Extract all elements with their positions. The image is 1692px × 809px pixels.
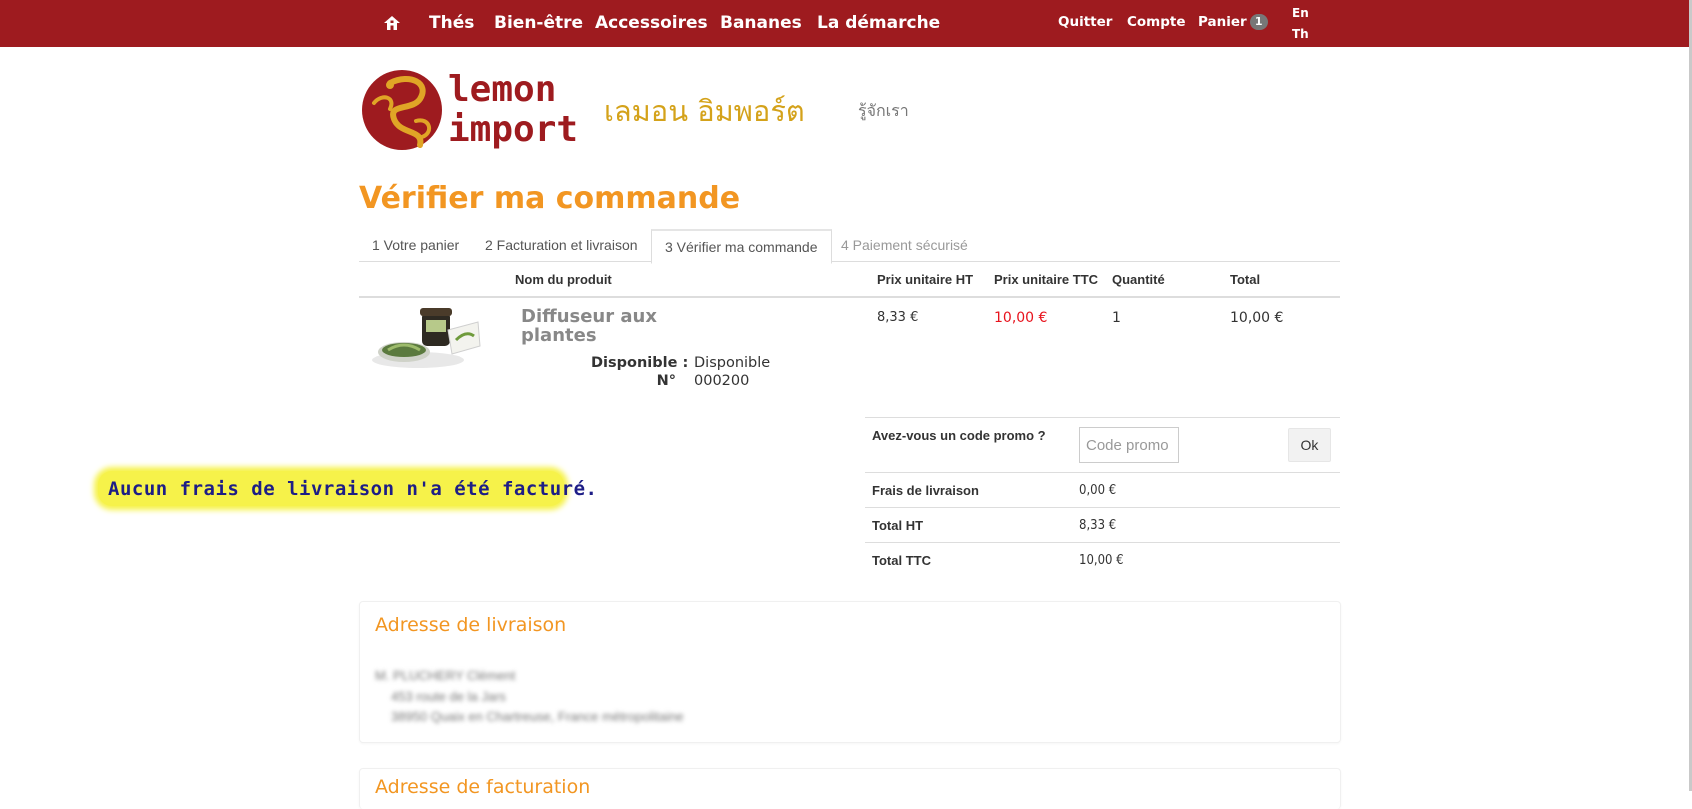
nav-link-la-demarche[interactable]: La démarche (817, 13, 940, 33)
nav-link-bananes[interactable]: Bananes (720, 13, 802, 33)
shipping-address-name: M. PLUCHERY Clément (375, 668, 516, 683)
shipping-fee-value: 0,00 € (1079, 483, 1117, 498)
logo-line1: lemon (448, 69, 556, 110)
step-secure-payment: 4 Paiement sécurisé (841, 237, 968, 253)
availability-value: Disponible (694, 355, 771, 371)
col-header-unit-ttc: Prix unitaire TTC (994, 272, 1099, 287)
product-name-line1: Diffuseur aux (521, 306, 657, 327)
annotation-text: Aucun frais de livraison n'a été facturé… (108, 478, 598, 500)
total-ttc-label: Total TTC (872, 553, 931, 568)
product-name-link[interactable]: Diffuseur aux plantes (521, 307, 657, 345)
home-icon[interactable] (382, 13, 402, 33)
col-header-total: Total (1230, 272, 1261, 287)
top-navbar: Thés Bien-être Accessoires Bananes La dé… (0, 0, 1692, 47)
logo-line2: import (448, 109, 578, 150)
quantity-value: 1 (1112, 310, 1121, 326)
availability-label: Disponible : (591, 355, 689, 371)
total-ht-value: 8,33 € (1079, 518, 1117, 533)
shipping-address-city: 38950 Quaix en Chartreuse, France métrop… (391, 709, 684, 724)
promo-code-input[interactable] (1079, 427, 1179, 463)
lemon-import-logo[interactable]: lemon import (360, 63, 592, 157)
nav-link-accessoires[interactable]: Accessoires (595, 13, 708, 33)
unit-price-ht: 8,33 € (877, 310, 919, 325)
col-header-qty: Quantité (1112, 272, 1165, 287)
checkout-steps: 1 Votre panier 2 Facturation et livraiso… (359, 229, 1340, 264)
step-billing-shipping[interactable]: 2 Facturation et livraison (472, 229, 651, 262)
shipping-address-panel: Adresse de livraison M. PLUCHERY Clément… (359, 601, 1341, 743)
table-header-divider (359, 296, 1340, 298)
about-link[interactable]: รู้จักเรา (858, 99, 909, 124)
totals-divider (865, 472, 1340, 473)
promo-ok-button[interactable]: Ok (1288, 428, 1331, 462)
total-ttc-value: 10,00 € (1079, 553, 1124, 568)
logo-thai-name: เลมอน อิมพอร์ต (604, 94, 805, 128)
cart-count-badge: 1 (1249, 14, 1268, 30)
reference-value: 000200 (694, 373, 750, 389)
shipping-fee-label: Frais de livraison (872, 483, 979, 498)
lang-en-link[interactable]: En (1292, 6, 1309, 20)
totals-divider (865, 542, 1340, 543)
promo-question: Avez-vous un code promo ? (872, 428, 1046, 443)
unit-price-ttc: 10,00 € (994, 310, 1048, 326)
billing-address-title: Adresse de facturation (375, 776, 591, 798)
nav-link-thes[interactable]: Thés (429, 13, 474, 33)
totals-divider (865, 507, 1340, 508)
shipping-address-street: 453 route de la Jars (391, 689, 506, 704)
step-verify-order[interactable]: 3 Vérifier ma commande (651, 229, 832, 264)
shipping-fee-annotation: Aucun frais de livraison n'a été facturé… (98, 471, 597, 506)
col-header-unit-ht: Prix unitaire HT (877, 272, 974, 287)
reference-label: N° (656, 373, 676, 389)
cart-link[interactable]: Panier 1 (1198, 14, 1268, 30)
lang-th-link[interactable]: Th (1292, 27, 1309, 41)
col-header-name: Nom du produit (515, 272, 612, 287)
account-link[interactable]: Compte (1127, 14, 1186, 30)
step-cart[interactable]: 1 Votre panier (359, 229, 472, 262)
billing-address-panel: Adresse de facturation (359, 768, 1341, 809)
row-total: 10,00 € (1230, 310, 1284, 326)
nav-link-bien-etre[interactable]: Bien-être (494, 13, 583, 33)
quit-link[interactable]: Quitter (1058, 14, 1112, 30)
page-title: Vérifier ma commande (359, 181, 741, 216)
product-image[interactable] (370, 300, 482, 372)
product-name-line2: plantes (521, 325, 597, 346)
cart-label: Panier (1198, 14, 1247, 30)
totals-divider (865, 417, 1340, 418)
shipping-address-title: Adresse de livraison (375, 614, 567, 636)
total-ht-label: Total HT (872, 518, 924, 533)
